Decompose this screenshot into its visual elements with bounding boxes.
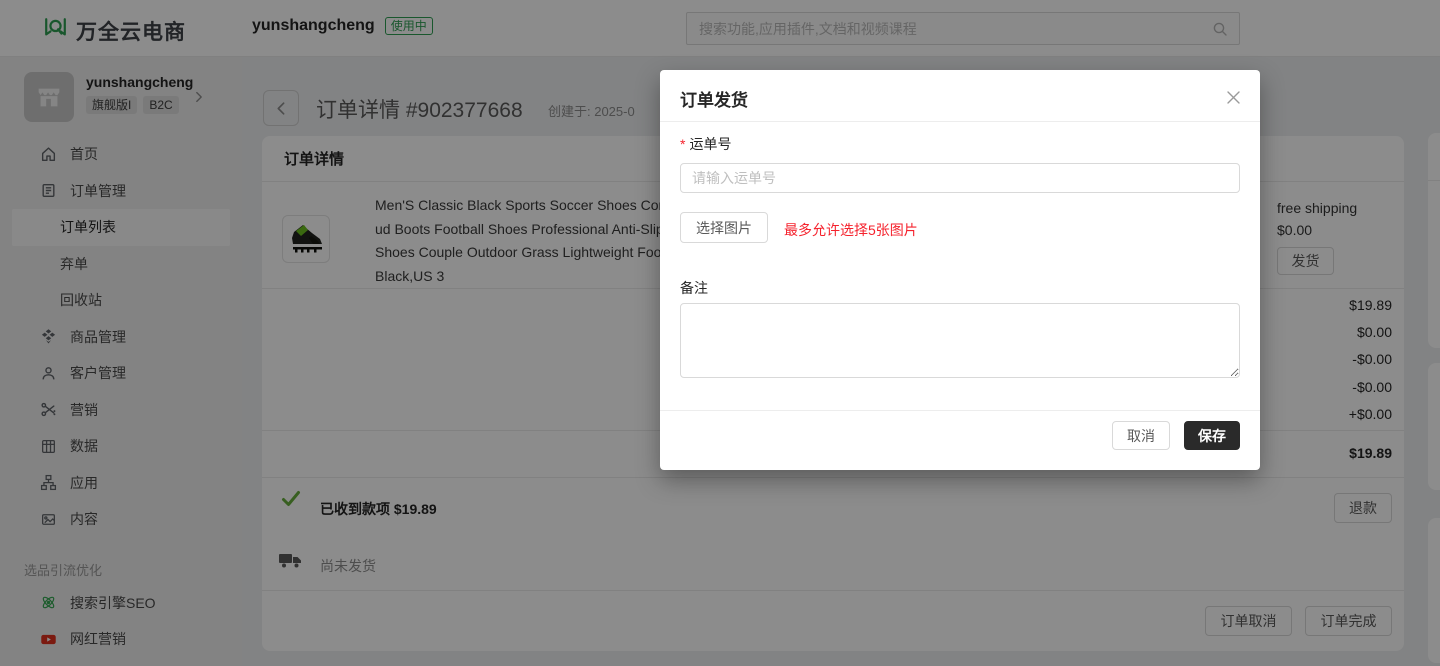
tracking-number-label: * 运单号 (680, 134, 731, 154)
modal-actions: 取消 保存 (1112, 421, 1240, 450)
close-icon[interactable] (1224, 88, 1242, 106)
choose-image-button[interactable]: 选择图片 (680, 212, 768, 243)
modal-header: 订单发货 (660, 70, 1260, 122)
divider (660, 410, 1260, 411)
tracking-label-text: 运单号 (689, 136, 732, 152)
image-limit-hint: 最多允许选择5张图片 (784, 222, 918, 238)
save-button[interactable]: 保存 (1184, 421, 1240, 450)
cancel-button[interactable]: 取消 (1112, 421, 1170, 450)
app-root: 万全云电商 yunshangcheng 使用中 yunshangcheng 旗舰… (0, 0, 1440, 666)
note-textarea[interactable] (680, 303, 1240, 378)
note-label: 备注 (680, 280, 708, 296)
modal-title: 订单发货 (680, 91, 748, 110)
required-asterisk: * (680, 136, 686, 152)
tracking-number-input[interactable] (680, 163, 1240, 193)
ship-order-modal: 订单发货 *运单号 选择图片 最多允许选择5张图片 备注 取消 保存 (660, 70, 1260, 470)
